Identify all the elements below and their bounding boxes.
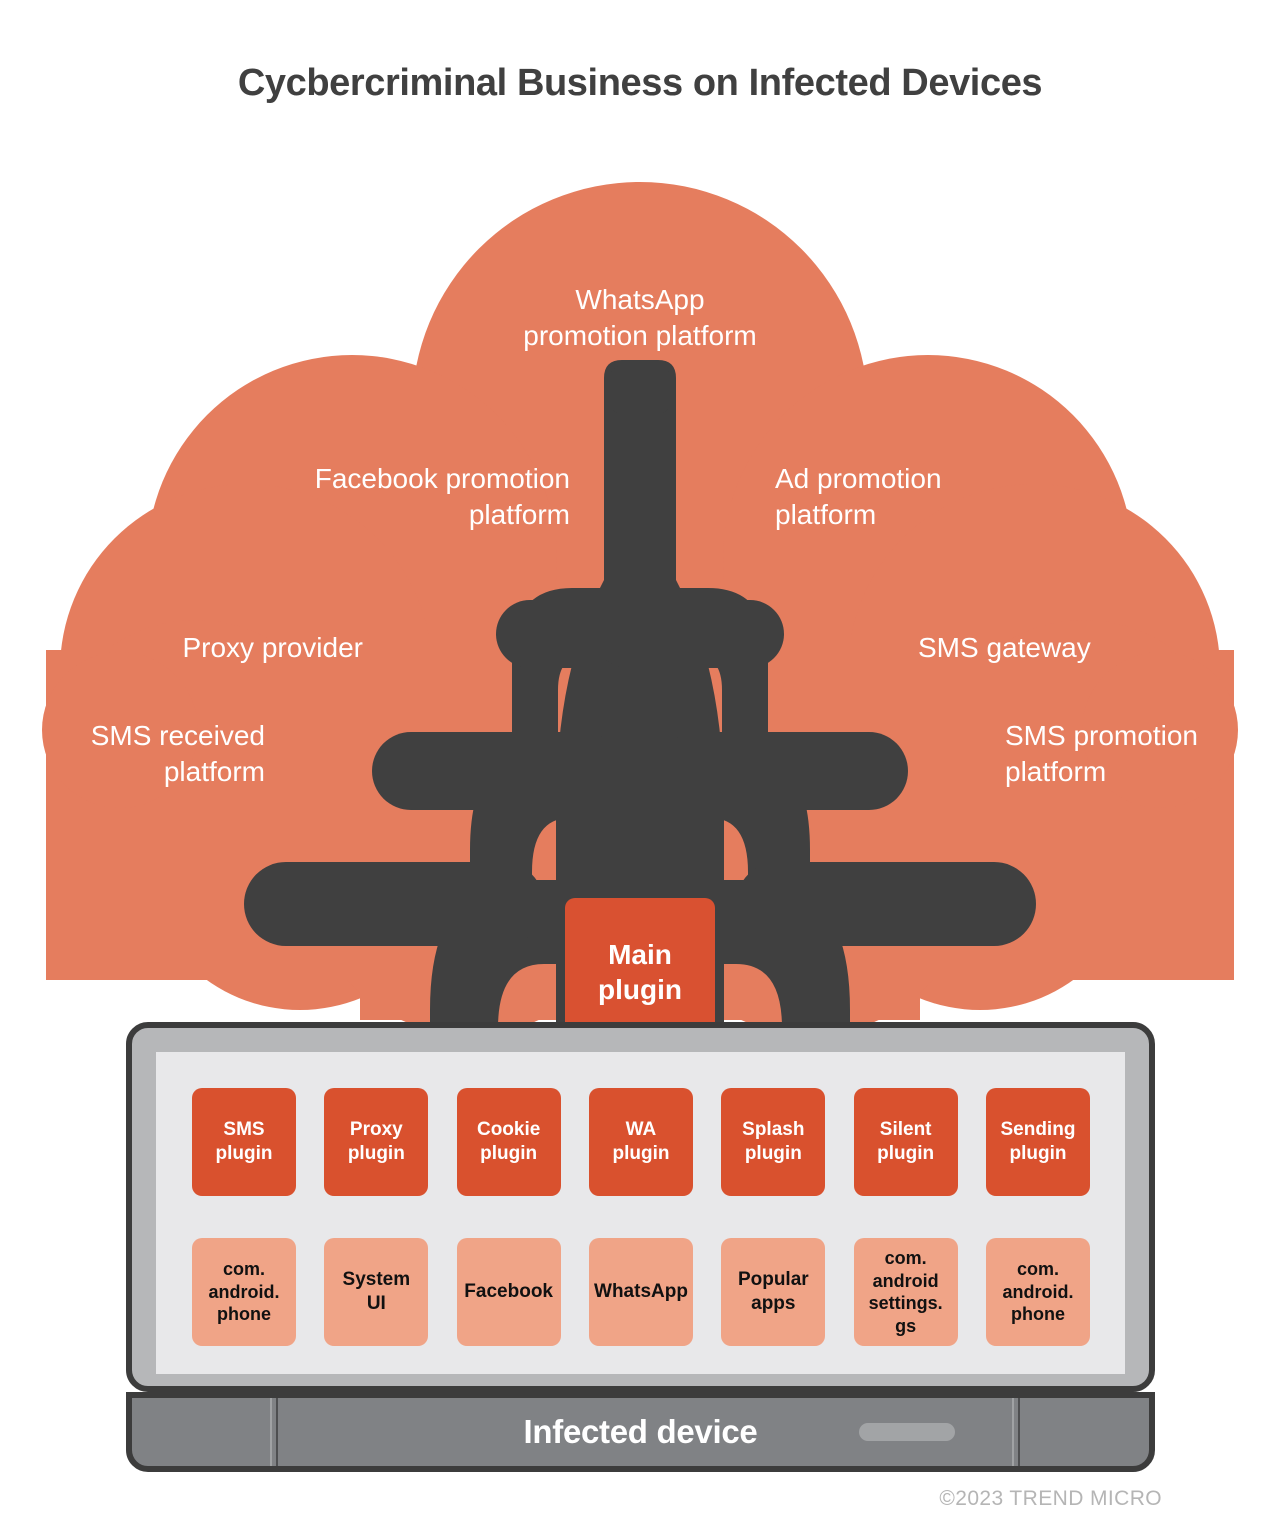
target-app-label: com. android. phone [1002,1259,1074,1325]
plugin-cell-label: Sending plugin [1000,1119,1076,1164]
branch-label-sms-gateway: SMS gateway [918,630,1218,666]
target-app-cell: com. android settings. gs [853,1238,958,1346]
plugin-cell-label: Splash plugin [742,1119,805,1164]
target-app-cell: com. android. phone [985,1238,1090,1346]
plugin-cell-label: WA plugin [612,1119,670,1164]
target-app-cell: Facebook [456,1238,561,1346]
branch-label-line: SMS gateway [918,632,1091,663]
device-bottom-bar: Infected device [126,1392,1155,1472]
infographic-canvas: Cycbercriminal Business on Infected Devi… [0,0,1280,1536]
branch-label-sms-promotion-platform: SMS promotion platform [1005,718,1280,791]
branch-label-proxy-provider: Proxy provider [120,630,363,666]
plugin-cell: Sending plugin [985,1088,1090,1196]
device-label: Infected device [523,1413,758,1450]
branch-label-line: Proxy provider [182,632,363,663]
plugin-row: SMS plugin Proxy plugin Cookie plugin WA… [192,1088,1090,1196]
target-app-cell: com. android. phone [192,1238,296,1346]
plugin-cell: SMS plugin [192,1088,296,1196]
target-app-row: com. android. phone System UI Facebook W… [192,1238,1090,1346]
plugin-cell-label: SMS plugin [215,1119,273,1164]
main-plugin-label: Main plugin [598,939,682,1005]
target-app-label: System UI [342,1269,411,1314]
branch-label-sms-received-platform: SMS received platform [30,718,265,791]
plugin-cell: Splash plugin [721,1088,826,1196]
branch-label-whatsapp-promotion-platform: WhatsApp promotion platform [440,282,840,355]
target-app-label: com. android. phone [208,1259,280,1325]
speaker-grille-icon [859,1423,955,1441]
branch-label-ad-promotion-platform: Ad promotion platform [775,461,1075,534]
branch-label-line: Ad promotion platform [775,463,942,531]
plugin-cell: Cookie plugin [456,1088,561,1196]
plugin-cell-label: Cookie plugin [476,1119,541,1164]
plugin-cell-label: Silent plugin [877,1119,935,1164]
target-app-label: WhatsApp [594,1281,688,1303]
target-app-label: Popular apps [737,1269,809,1314]
branch-label-facebook-promotion-platform: Facebook promotion platform [270,461,570,534]
page-title: Cycbercriminal Business on Infected Devi… [237,62,1043,104]
plugin-cell-label: Proxy plugin [347,1119,405,1164]
target-app-label: Facebook [464,1281,553,1303]
branch-label-line: WhatsApp promotion platform [523,284,757,352]
plugin-cell: Silent plugin [853,1088,958,1196]
branch-label-line: SMS received platform [90,720,265,788]
target-app-label: com. android settings. gs [868,1248,943,1336]
branch-label-line: Facebook promotion platform [314,463,570,531]
branch-label-line: SMS promotion platform [1005,720,1198,788]
target-app-cell: WhatsApp [588,1238,693,1346]
plugin-cell: Proxy plugin [324,1088,429,1196]
copyright-notice: ©2023 TREND MICRO [939,1487,1162,1510]
target-app-cell: System UI [324,1238,429,1346]
target-app-cell: Popular apps [721,1238,826,1346]
plugin-cell: WA plugin [588,1088,693,1196]
